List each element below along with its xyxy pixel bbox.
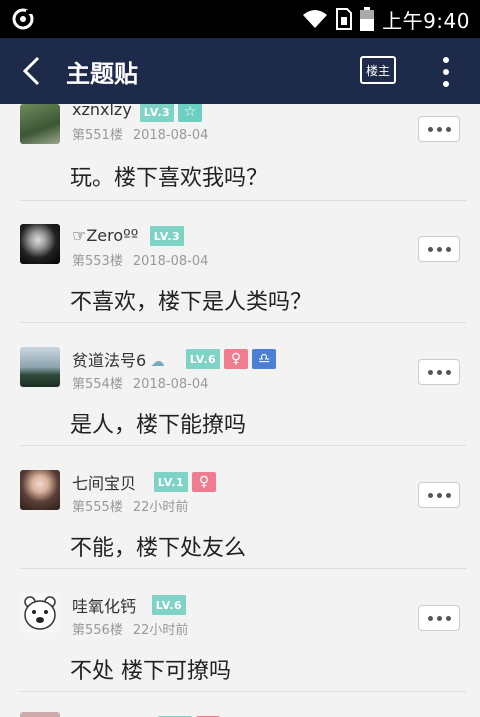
post-meta: 第554楼 2018-08-04 xyxy=(72,373,208,392)
post-date: 2018-08-04 xyxy=(132,128,209,143)
battery-icon xyxy=(360,7,375,31)
wifi-icon xyxy=(303,10,328,28)
floor-number: 第551楼 xyxy=(72,128,123,143)
post-content: 不能，楼下处友么 xyxy=(70,536,247,561)
libra-icon: ♎ xyxy=(252,349,276,369)
sim-icon xyxy=(336,8,353,30)
level-badge: LV.1 xyxy=(154,472,188,492)
floor-number: 第556楼 xyxy=(72,623,123,638)
post-meta: 第555楼 22小时前 xyxy=(72,496,188,515)
post-date: 2018-08-04 xyxy=(132,254,209,269)
level-badge: LV.3 xyxy=(150,226,184,246)
status-time: 上午9:40 xyxy=(382,8,470,33)
list-item[interactable]: 七间宝贝 LV.1 ♀ 第555楼 22小时前 不能，楼下处友么 xyxy=(0,446,480,569)
list-item[interactable]: xznxlzy LV.3 ☆ 第551楼 2018-08-04 玩。楼下喜欢我吗？ xyxy=(0,104,480,200)
post-content: 玩。楼下喜欢我吗？ xyxy=(70,166,269,191)
avatar[interactable] xyxy=(20,593,60,633)
post-content: 不处 楼下可撩吗 xyxy=(70,659,231,684)
post-date: 22小时前 xyxy=(132,623,189,638)
username[interactable]: 七间宝贝 xyxy=(72,470,136,494)
female-badge: ♀ xyxy=(192,472,216,492)
post-meta: 第553楼 2018-08-04 xyxy=(72,250,208,269)
list-item[interactable]: 贫道法号6 ☁ LV.6 ♀ ♎ 第554楼 2018-08-04 是人，楼下能撩… xyxy=(0,323,480,446)
level-badge: LV.3 xyxy=(140,104,174,122)
username[interactable]: 贫道法号6 ☁ xyxy=(72,347,165,371)
post-menu-button[interactable] xyxy=(418,359,460,385)
app-header: 主题贴 楼主 xyxy=(0,38,480,104)
post-meta: 第551楼 2018-08-04 xyxy=(72,124,208,143)
avatar[interactable] xyxy=(20,712,60,717)
post-menu-button[interactable] xyxy=(418,236,460,262)
username[interactable]: xznxlzy xyxy=(72,104,132,119)
list-item[interactable] xyxy=(0,692,480,717)
post-meta: 第556楼 22小时前 xyxy=(72,619,188,638)
post-date: 2018-08-04 xyxy=(132,377,209,392)
post-list[interactable]: xznxlzy LV.3 ☆ 第551楼 2018-08-04 玩。楼下喜欢我吗？… xyxy=(0,104,480,717)
sync-disc-icon xyxy=(12,8,34,30)
floor-number: 第553楼 xyxy=(72,254,123,269)
list-item[interactable]: 哇氧化钙 LV.6 第556楼 22小时前 不处 楼下可撩吗 xyxy=(0,569,480,692)
floor-number: 第554楼 xyxy=(72,377,123,392)
level-badge: LV.6 xyxy=(186,349,220,369)
list-item[interactable]: ☞Zeroºº LV.3 第553楼 2018-08-04 不喜欢，楼下是人类吗？ xyxy=(0,200,480,323)
username[interactable]: ☞Zeroºº xyxy=(72,226,138,245)
post-menu-button[interactable] xyxy=(418,482,460,508)
post-content: 是人，楼下能撩吗 xyxy=(70,413,247,438)
post-menu-button[interactable] xyxy=(418,116,460,142)
post-date: 22小时前 xyxy=(132,500,189,515)
female-badge: ♀ xyxy=(224,349,248,369)
avatar[interactable] xyxy=(20,224,60,264)
cloud-icon: ☁ xyxy=(146,354,165,370)
level-badge: LV.6 xyxy=(152,595,186,615)
page-title: 主题贴 xyxy=(66,60,138,88)
post-content: 不喜欢，楼下是人类吗？ xyxy=(70,290,313,315)
status-bar: 上午9:40 xyxy=(0,0,480,38)
avatar[interactable] xyxy=(20,470,60,510)
owner-only-button[interactable]: 楼主 xyxy=(360,56,396,84)
star-badge-icon: ☆ xyxy=(178,104,202,122)
back-arrow-icon[interactable] xyxy=(18,56,48,86)
avatar[interactable] xyxy=(20,347,60,387)
bear-face-icon xyxy=(24,596,56,630)
username[interactable]: 哇氧化钙 xyxy=(72,593,136,617)
more-vertical-icon[interactable] xyxy=(440,56,452,88)
avatar[interactable] xyxy=(20,104,60,144)
post-menu-button[interactable] xyxy=(418,605,460,631)
floor-number: 第555楼 xyxy=(72,500,123,515)
